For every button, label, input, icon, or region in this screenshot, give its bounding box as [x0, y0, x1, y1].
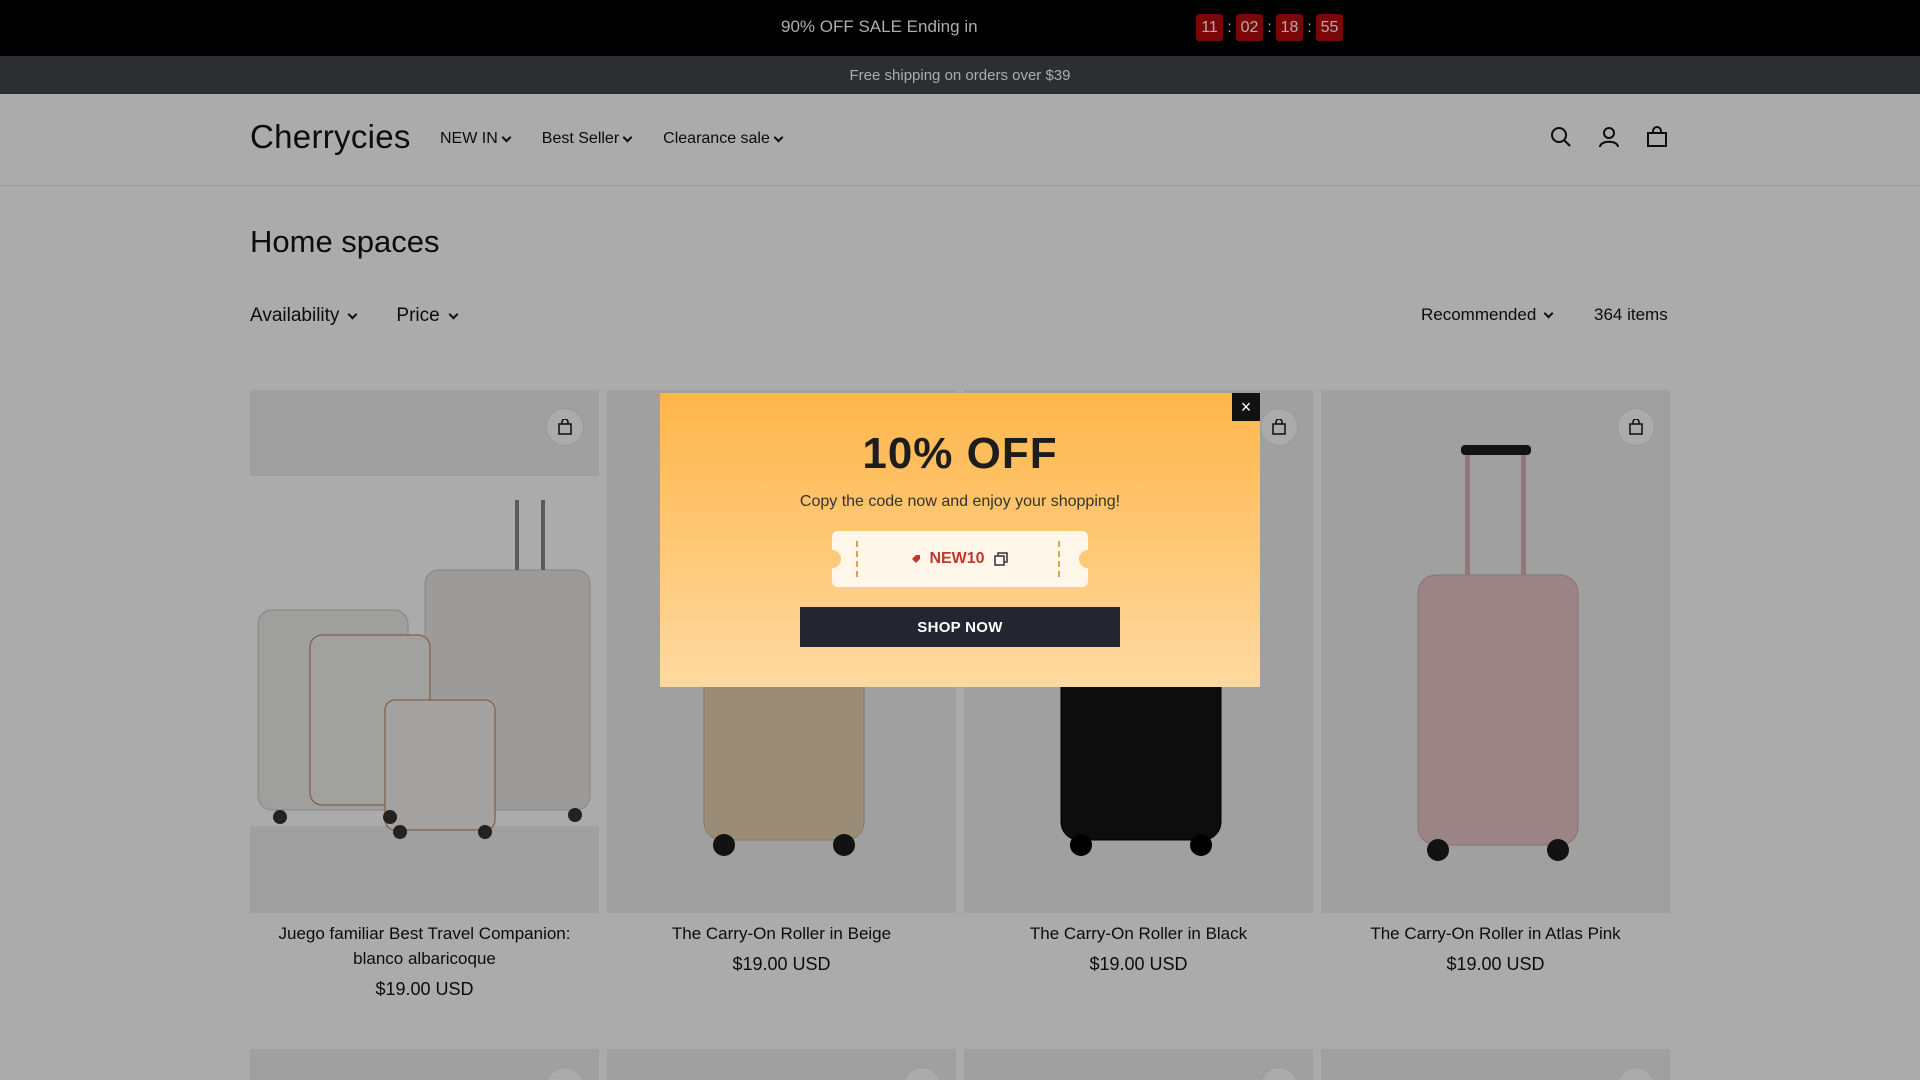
popup-subtitle: Copy the code now and enjoy your shoppin… — [799, 493, 1121, 510]
copy-icon[interactable] — [993, 551, 1009, 567]
close-popup-button[interactable]: × — [1232, 393, 1260, 421]
shop-now-button[interactable]: SHOP NOW — [800, 607, 1120, 647]
coupon-code-box[interactable]: NEW10 — [823, 531, 1097, 587]
popup-title: 10% OFF — [862, 429, 1058, 478]
discount-popup: 10% OFF Copy the code now and enjoy your… — [660, 393, 1260, 687]
coupon-divider — [856, 541, 858, 577]
coupon-code: NEW10 — [929, 550, 985, 567]
coupon-divider — [1058, 541, 1060, 577]
tag-icon — [912, 555, 921, 563]
